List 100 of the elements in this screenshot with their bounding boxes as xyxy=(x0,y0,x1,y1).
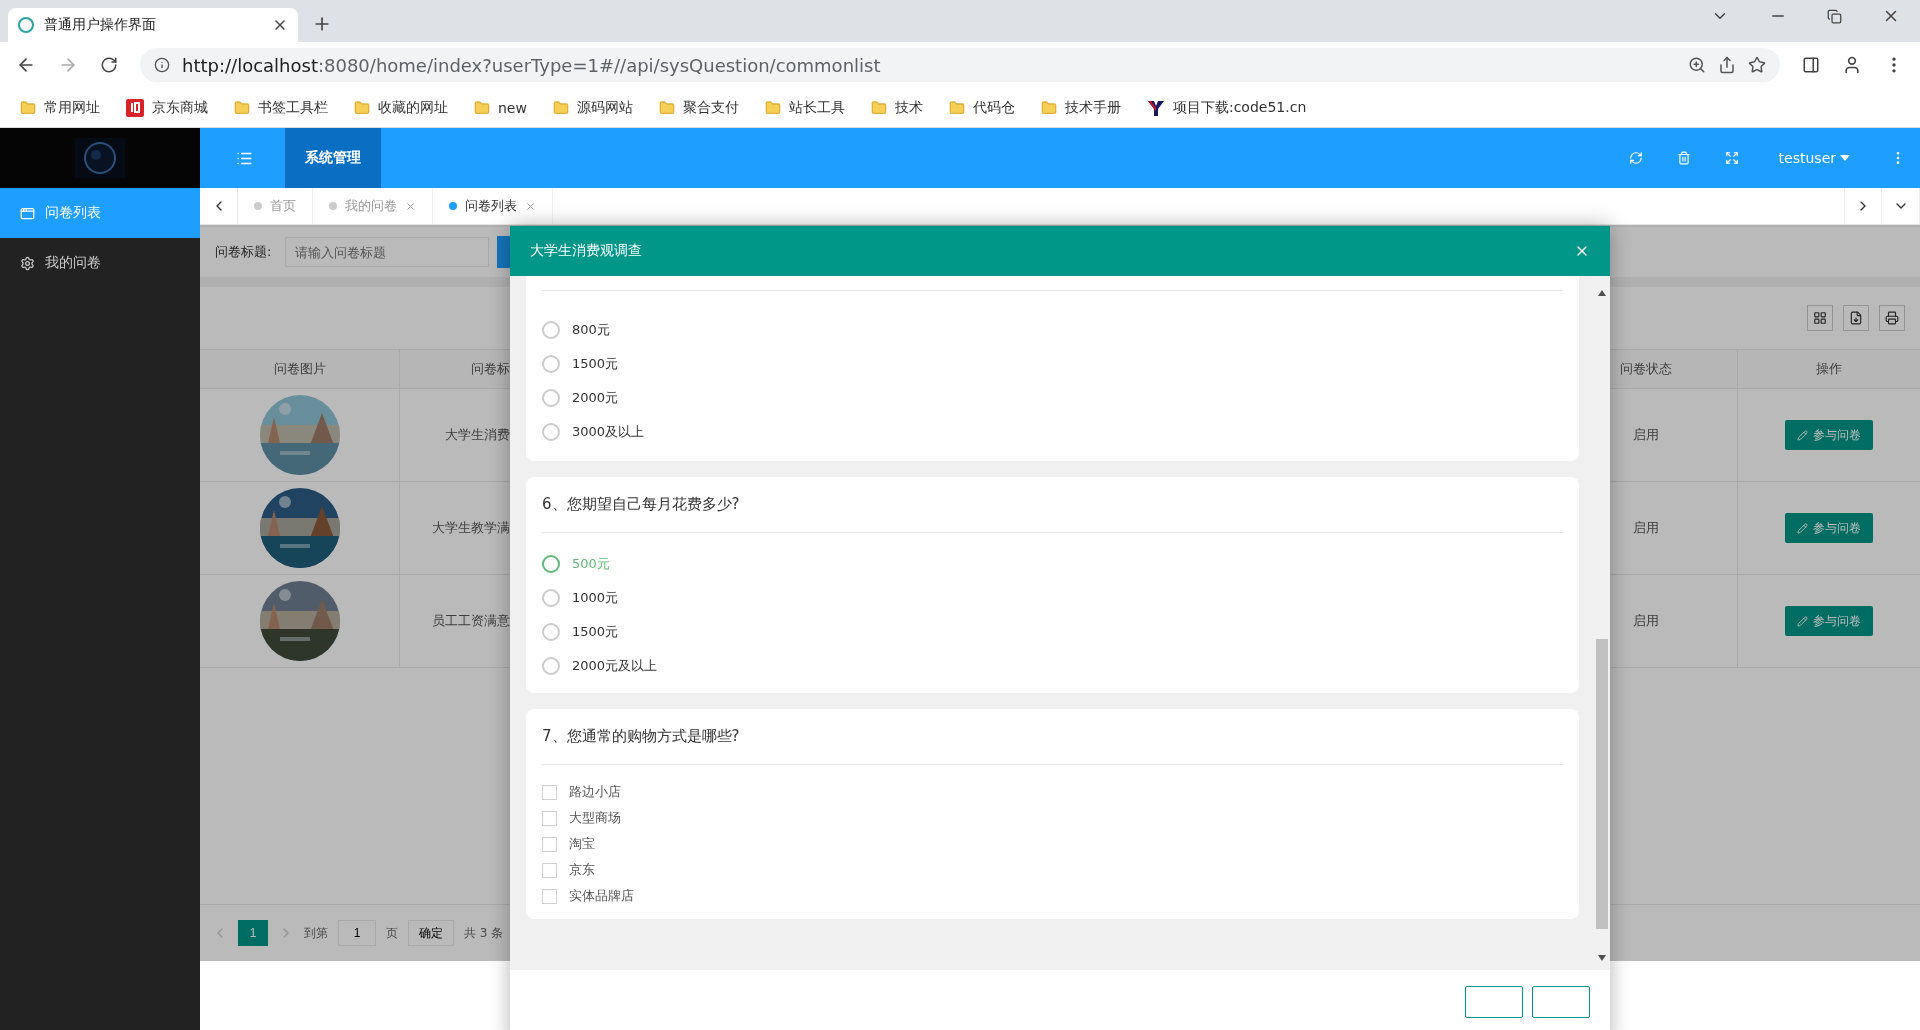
search-label: 问卷标题: xyxy=(215,243,272,261)
total-count: 共 3 条 xyxy=(464,924,504,942)
tab-label: 问卷列表 xyxy=(465,197,517,215)
bookmark[interactable]: 收藏的网址 xyxy=(354,98,448,117)
option-label: 2000元 xyxy=(572,389,619,407)
folder-icon xyxy=(764,99,781,116)
restore-icon[interactable] xyxy=(1827,7,1842,25)
option-label: 路边小店 xyxy=(569,783,621,801)
page-input[interactable]: 1 xyxy=(338,920,376,946)
radio-button[interactable] xyxy=(542,555,560,573)
browser-tab[interactable]: 普通用户操作界面 xyxy=(8,8,298,42)
dot-icon xyxy=(449,202,457,210)
checkbox[interactable] xyxy=(542,810,557,826)
dialog-button[interactable] xyxy=(1465,986,1523,1018)
bookmark[interactable]: 技术 xyxy=(870,98,923,117)
bookmark[interactable]: 聚合支付 xyxy=(658,98,739,117)
pencil-icon xyxy=(1797,429,1808,441)
option-label: 1500元 xyxy=(572,623,619,641)
option-label: 大型商场 xyxy=(569,809,621,827)
checkbox[interactable] xyxy=(542,784,557,800)
option-label: 淘宝 xyxy=(569,835,595,853)
site-logo-icon xyxy=(1146,98,1165,117)
zoom-icon[interactable] xyxy=(1688,56,1706,74)
bookmark[interactable]: 常用网址 xyxy=(20,98,100,117)
bookmark[interactable]: 技术手册 xyxy=(1040,98,1121,117)
info-icon xyxy=(154,57,170,73)
folder-icon xyxy=(234,99,250,116)
grid-icon xyxy=(1813,311,1827,325)
fullscreen-icon[interactable] xyxy=(1724,151,1739,165)
page-tab[interactable]: 问卷列表 xyxy=(433,188,553,224)
column-header: 问卷标 xyxy=(400,350,510,389)
folder-icon xyxy=(658,99,675,116)
page-unit: 页 xyxy=(386,924,398,942)
pencil-icon xyxy=(1797,522,1808,534)
checkbox[interactable] xyxy=(542,836,557,852)
printer-icon xyxy=(1885,311,1899,325)
dot-icon xyxy=(254,202,262,210)
scroll-right-button[interactable] xyxy=(1844,188,1882,224)
scroll-down-icon[interactable] xyxy=(1596,954,1607,962)
radio-button[interactable] xyxy=(542,355,560,373)
side-panel-icon[interactable] xyxy=(1802,56,1820,74)
bookmark[interactable]: 项目下载:code51.cn xyxy=(1146,98,1307,117)
share-icon[interactable] xyxy=(1718,56,1736,74)
bookmark[interactable]: 书签工具栏 xyxy=(234,98,328,117)
bookmark[interactable]: new xyxy=(474,99,527,116)
folder-icon xyxy=(552,99,569,116)
bookmark[interactable]: 站长工具 xyxy=(764,98,845,117)
radio-button[interactable] xyxy=(542,423,560,441)
column-header: 操作 xyxy=(1738,350,1920,389)
option-label: 800元 xyxy=(572,321,610,339)
scrollbar-thumb[interactable] xyxy=(1595,639,1608,929)
shop-logo-icon xyxy=(126,98,144,117)
address-bar[interactable]: http://localhost:8080/home/index?userType=1#//api/sysQuestion/commonlist xyxy=(140,48,1780,82)
export-icon xyxy=(1849,311,1863,325)
window-icon xyxy=(20,205,35,221)
option-label: 1500元 xyxy=(572,355,619,373)
folder-icon xyxy=(474,99,490,116)
checkbox[interactable] xyxy=(542,888,557,904)
bookmark[interactable]: 代码仓 xyxy=(948,98,1015,117)
option-label: 京东 xyxy=(569,861,595,879)
radio-button[interactable] xyxy=(542,623,560,641)
profile-icon[interactable] xyxy=(1842,55,1862,75)
trash-icon[interactable] xyxy=(1676,151,1691,165)
folder-icon xyxy=(1040,99,1057,116)
checkbox[interactable] xyxy=(542,862,557,878)
option-label: 3000及以上 xyxy=(572,423,645,441)
confirm-button[interactable]: 确定 xyxy=(408,920,454,946)
export-button[interactable] xyxy=(1843,305,1869,331)
bookmark[interactable]: 源码网站 xyxy=(552,98,633,117)
column-header: 问卷图片 xyxy=(200,350,400,389)
scroll-up-icon[interactable] xyxy=(1596,289,1607,297)
dialog-title: 大学生消费观调查 xyxy=(530,242,643,260)
folder-icon xyxy=(354,99,370,116)
search-field[interactable]: 请输入问卷标题 xyxy=(285,237,490,267)
sidebar-item[interactable]: 我的问卷 xyxy=(0,238,200,288)
option-label: 500元 xyxy=(572,555,610,573)
radio-button[interactable] xyxy=(542,657,560,675)
question-title: 7、您通常的购物方式是哪些? xyxy=(542,709,1563,765)
goto-label: 到第 xyxy=(304,924,328,942)
favicon-icon xyxy=(18,17,34,33)
question-title: 6、您期望自己每月花费多少? xyxy=(542,477,1563,533)
option-label: 1000元 xyxy=(572,589,619,607)
bookmark[interactable]: 京东商城 xyxy=(126,98,208,117)
nav-menu-item[interactable]: 系统管理 xyxy=(285,128,381,188)
print-button[interactable] xyxy=(1879,305,1905,331)
pencil-icon xyxy=(1797,615,1808,627)
radio-button[interactable] xyxy=(542,389,560,407)
star-icon[interactable] xyxy=(1748,56,1766,74)
columns-button[interactable] xyxy=(1807,305,1833,331)
reload-icon[interactable] xyxy=(100,56,118,74)
refresh-icon[interactable] xyxy=(1628,151,1643,165)
option-label: 2000元及以上 xyxy=(572,657,658,675)
folder-icon xyxy=(948,99,965,116)
option-label: 实体品牌店 xyxy=(569,887,634,905)
dialog-button[interactable] xyxy=(1532,986,1590,1018)
url-text: http://localhost:8080/home/index?userType=1#//api/sysQuestion/commonlist xyxy=(182,54,882,76)
radio-button[interactable] xyxy=(542,589,560,607)
tab-label: 首页 xyxy=(270,197,296,215)
radio-button[interactable] xyxy=(542,321,560,339)
gears-icon xyxy=(20,255,35,271)
